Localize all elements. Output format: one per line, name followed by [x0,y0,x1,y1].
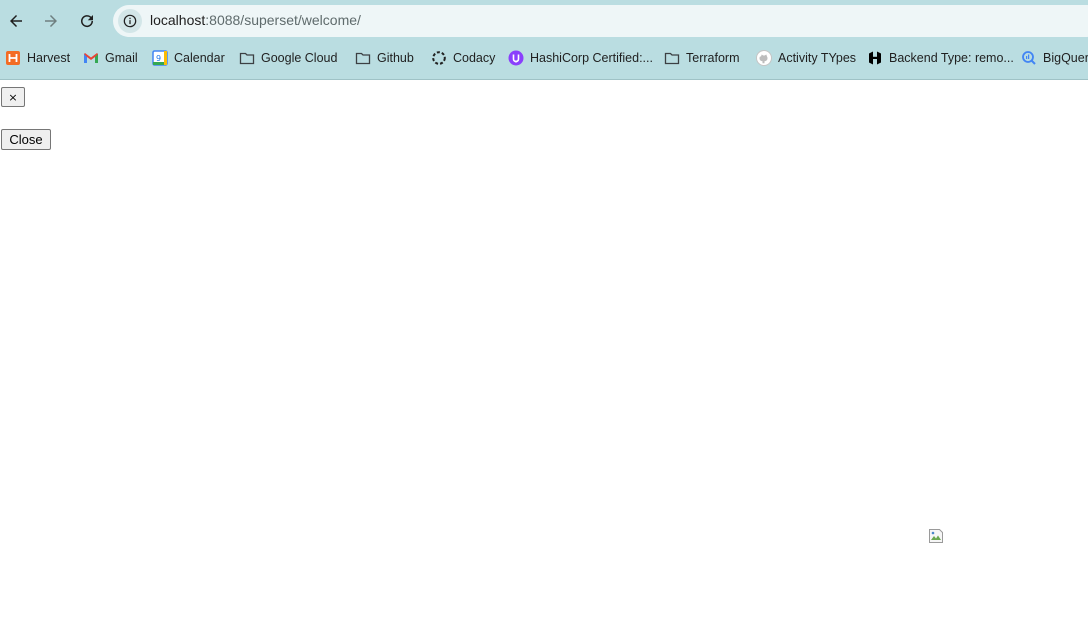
forward-button[interactable] [39,9,63,33]
bookmark-label: BigQuery [1043,51,1088,65]
bookmark-google-cloud[interactable]: Google Cloud [239,46,337,70]
svg-text:9: 9 [156,54,161,63]
bookmark-label: Codacy [453,51,496,65]
codacy-icon [431,50,447,66]
info-icon [123,14,137,28]
bookmark-harvest[interactable]: Harvest [5,46,70,70]
harvest-icon [5,50,21,66]
folder-icon [664,50,680,66]
bookmark-label: Github [377,51,414,65]
bigquery-icon [1021,50,1037,66]
gmail-icon [83,50,99,66]
broken-image-icon [928,528,944,544]
bookmark-bigquery[interactable]: BigQuery [1021,46,1088,70]
url-path: :8088/superset/welcome/ [205,12,361,28]
calendar-icon: 9 [152,50,168,66]
dismiss-button[interactable]: × [1,87,25,107]
bookmark-gmail[interactable]: Gmail [83,46,138,70]
arrow-right-icon [45,15,57,27]
folder-icon [239,50,255,66]
bookmark-github-folder[interactable]: Github [355,46,414,70]
site-info-button[interactable] [118,9,142,33]
bookmark-codacy[interactable]: Codacy [431,46,495,70]
bookmark-label: Activity TYpes [778,51,857,65]
arrow-left-icon [10,15,22,27]
bookmark-hashicorp-certified[interactable]: HashiCorp Certified:... [508,46,653,70]
folder-icon [355,50,371,66]
browser-toolbar: localhost:8088/superset/welcome/ Harvest… [0,0,1088,80]
bookmark-label: Gmail [105,51,138,65]
bookmark-terraform[interactable]: Terraform [664,46,739,70]
bookmark-label: Terraform [686,51,740,65]
bookmark-label: Backend Type: remo... [889,51,1014,65]
url-text[interactable]: localhost:8088/superset/welcome/ [150,12,361,28]
hashicorp-icon [867,50,883,66]
back-button[interactable] [4,9,28,33]
bookmark-label: Google Cloud [261,51,338,65]
hashicorp-badge-icon [508,50,524,66]
bookmark-label: Calendar [174,51,225,65]
bookmarks-bar: Harvest Gmail 9 Calendar Google Cloud Gi… [0,46,1088,70]
url-host: localhost [150,12,206,28]
bookmark-label: Harvest [27,51,71,65]
address-bar[interactable]: localhost:8088/superset/welcome/ [113,5,1088,37]
reload-icon [81,15,94,28]
reload-button[interactable] [75,9,99,33]
github-icon [756,50,772,66]
bookmark-calendar[interactable]: 9 Calendar [152,46,225,70]
bookmark-label: HashiCorp Certified:... [530,51,653,65]
close-button[interactable]: Close [1,129,51,150]
bookmark-backend-type[interactable]: Backend Type: remo... [867,46,1014,70]
bookmark-activity-types[interactable]: Activity TYpes [756,46,856,70]
